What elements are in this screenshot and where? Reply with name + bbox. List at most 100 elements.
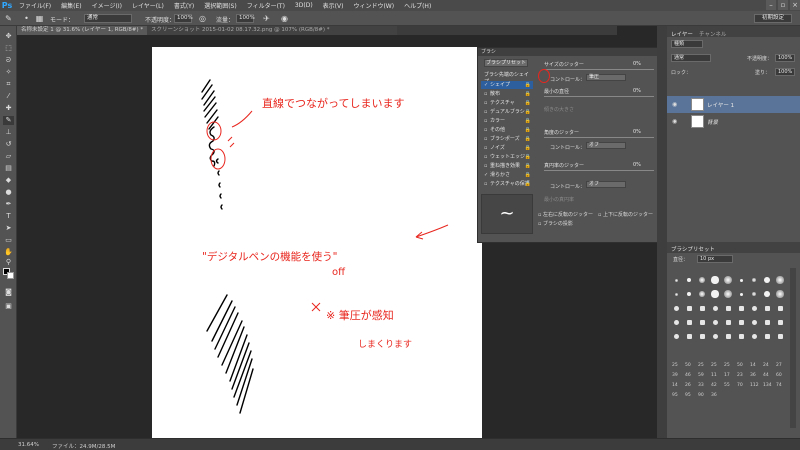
brush-preset-tip[interactable] <box>739 278 743 282</box>
brush-preset-tip[interactable] <box>699 319 705 325</box>
eyedropper-tool-icon[interactable]: ⁄ <box>3 92 14 101</box>
flow-input[interactable]: 100% <box>236 14 255 23</box>
brush-preset-tip[interactable] <box>764 333 770 339</box>
layer-row[interactable]: ◉ 背景 <box>667 113 800 130</box>
brush-presets-button[interactable]: ブラシプリセット <box>484 59 528 67</box>
brush-preset-tip[interactable] <box>712 319 718 325</box>
marquee-tool-icon[interactable]: ⬚ <box>3 44 14 53</box>
eye-icon[interactable]: ◉ <box>672 118 677 125</box>
brush-option-transfer[interactable]: ▫ その他 🔒 <box>481 126 533 134</box>
menu-layer[interactable]: レイヤー(L) <box>127 1 169 10</box>
fill-input[interactable]: 100% <box>775 68 795 76</box>
quick-mask-icon[interactable]: ◙ <box>3 288 14 297</box>
brush-panel-title[interactable]: ブラシ <box>478 48 658 56</box>
tab-document-2[interactable]: スクリーンショット 2015-01-02 08.17.32.png @ 107%… <box>147 26 397 35</box>
brush-option-shape-dynamics[interactable]: ✓ シェイプ 🔒 <box>481 81 533 89</box>
brush-preset-tip[interactable] <box>764 319 770 325</box>
brush-preset-tip[interactable] <box>738 333 744 339</box>
brush-preset-tip[interactable] <box>777 333 783 339</box>
brush-preset-tip[interactable] <box>699 277 705 283</box>
brush-preset-tip[interactable] <box>725 319 731 325</box>
flip-y-jitter-checkbox[interactable]: ▫ 上下に反転のジッター <box>598 211 653 218</box>
mode-select[interactable]: 通常 <box>84 14 132 23</box>
brush-preset-tip[interactable] <box>686 277 692 283</box>
brush-option-brush-pose[interactable]: ▫ ブラシポーズ 🔒 <box>481 135 533 143</box>
menu-select[interactable]: 選択範囲(S) <box>199 1 242 10</box>
roundness-jitter-slider[interactable] <box>544 170 654 171</box>
tab-brush-presets[interactable]: ブラシプリセット <box>671 245 715 253</box>
tab-channels[interactable]: チャンネル <box>699 30 726 38</box>
brush-tool-icon[interactable]: ✎ <box>3 116 14 125</box>
brush-tool-icon[interactable]: ✎ <box>4 14 13 23</box>
menu-filter[interactable]: フィルター(T) <box>242 1 290 10</box>
control-select-1[interactable]: 筆圧 <box>586 74 626 81</box>
menu-file[interactable]: ファイル(F) <box>14 1 56 10</box>
hand-tool-icon[interactable]: ✋ <box>3 248 14 257</box>
brush-preset-tip[interactable] <box>686 333 692 339</box>
control-select-2[interactable]: オフ <box>586 142 626 149</box>
brush-preset-tip[interactable] <box>673 333 679 339</box>
brush-preset-tip[interactable] <box>764 277 770 283</box>
brush-preset-tip[interactable] <box>723 275 733 285</box>
brush-panel-toggle-icon[interactable]: ▦ <box>35 14 44 23</box>
min-diameter-value[interactable]: 0% <box>633 88 641 94</box>
brush-preset-tip[interactable] <box>699 291 705 297</box>
healing-tool-icon[interactable]: ✚ <box>3 104 14 113</box>
menu-view[interactable]: 表示(V) <box>318 1 349 10</box>
zoom-level[interactable]: 31.64% <box>18 442 39 448</box>
brush-preset-tip[interactable] <box>686 291 692 297</box>
lasso-tool-icon[interactable]: ᘐ <box>3 56 14 65</box>
brush-preset-tip[interactable] <box>751 333 757 339</box>
move-tool-icon[interactable]: ✥ <box>3 32 14 41</box>
brush-tip-shape-option[interactable]: ブラシ先端のシェイプ <box>481 72 533 85</box>
preset-scrollbar[interactable] <box>790 268 796 428</box>
brush-option-wet-edges[interactable]: ▫ ウェットエッジ 🔒 <box>481 153 533 161</box>
shape-tool-icon[interactable]: ▭ <box>3 236 14 245</box>
brush-preset-tip[interactable] <box>776 290 784 298</box>
min-diameter-slider[interactable] <box>544 96 654 97</box>
brush-preset-tip[interactable] <box>686 305 692 311</box>
brush-preset-tip[interactable] <box>777 319 783 325</box>
brush-preset-tip[interactable] <box>673 319 679 325</box>
screen-mode-icon[interactable]: ▣ <box>3 302 14 311</box>
crop-tool-icon[interactable]: ⌗ <box>3 80 14 89</box>
document-canvas[interactable]: 直線でつながってしまいます "デジタルペンの機能を使う" off ※ 筆圧が感知… <box>152 47 482 438</box>
brush-preset-tip[interactable] <box>686 319 692 325</box>
brush-preset-tip[interactable] <box>711 276 719 284</box>
preset-size-input[interactable]: 10 px <box>697 255 733 263</box>
eye-icon[interactable]: ◉ <box>672 101 677 108</box>
brush-option-protect-texture[interactable]: ▫ テクスチャの保護 🔒 <box>481 180 533 188</box>
angle-jitter-slider[interactable] <box>544 137 654 138</box>
blur-tool-icon[interactable]: ◆ <box>3 176 14 185</box>
workspace-select[interactable]: 初期設定 <box>754 14 792 23</box>
brush-preset-tip[interactable] <box>751 319 757 325</box>
close-button[interactable]: × <box>790 0 800 10</box>
layer-opacity-input[interactable]: 100% <box>775 54 795 62</box>
brush-preset-tip[interactable] <box>674 278 678 282</box>
brush-preset-picker-icon[interactable]: • <box>22 14 31 23</box>
maximize-button[interactable]: ▫ <box>778 0 788 10</box>
brush-option-scattering[interactable]: ▫ 散布 🔒 <box>481 90 533 98</box>
brush-preset-tip[interactable] <box>699 333 705 339</box>
quick-select-tool-icon[interactable]: ✧ <box>3 68 14 77</box>
brush-preset-tip[interactable] <box>725 305 731 311</box>
brush-preset-tip[interactable] <box>751 277 757 283</box>
brush-preset-tip[interactable] <box>673 305 679 311</box>
brush-option-smoothing[interactable]: ✓ 滑らかさ 🔒 <box>481 171 533 179</box>
menu-edit[interactable]: 編集(E) <box>56 1 86 10</box>
brush-preset-tip[interactable] <box>764 305 770 311</box>
menu-help[interactable]: ヘルプ(H) <box>399 1 436 10</box>
tab-document-1[interactable]: 名称未設定 1 @ 31.6% (レイヤー 1, RGB/8#) * <box>17 26 147 35</box>
stamp-tool-icon[interactable]: ⊥ <box>3 128 14 137</box>
brush-preset-tip[interactable] <box>711 290 719 298</box>
brush-option-color[interactable]: ▫ カラー 🔒 <box>481 117 533 125</box>
brush-option-texture[interactable]: ▫ テクスチャ 🔒 <box>481 99 533 107</box>
background-color-swatch[interactable] <box>7 272 14 279</box>
brush-option-dual-brush[interactable]: ▫ デュアルブラシ 🔒 <box>481 108 533 116</box>
type-tool-icon[interactable]: T <box>3 212 14 221</box>
history-brush-tool-icon[interactable]: ↺ <box>3 140 14 149</box>
opacity-input[interactable]: 100% <box>174 14 193 23</box>
menu-window[interactable]: ウィンドウ(W) <box>348 1 399 10</box>
menu-type[interactable]: 書式(Y) <box>169 1 199 10</box>
pen-tool-icon[interactable]: ✒ <box>3 200 14 209</box>
